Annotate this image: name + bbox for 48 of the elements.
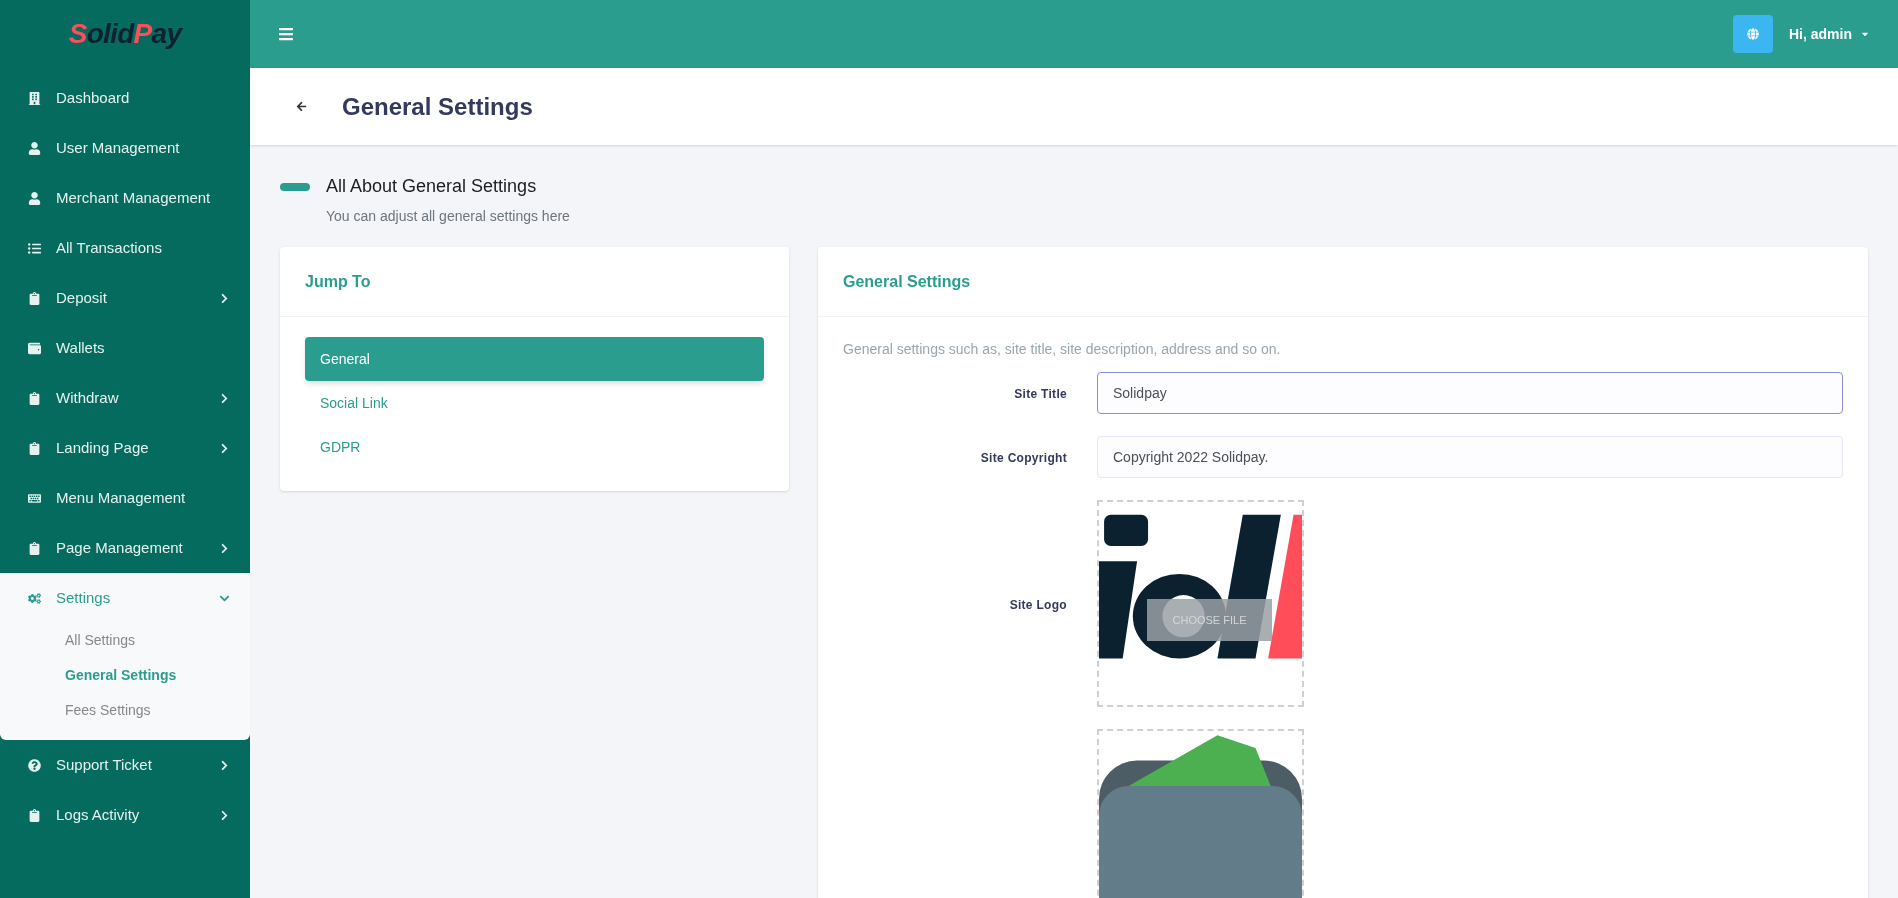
submenu-item[interactable]: Fees Settings [65, 700, 151, 721]
user-menu[interactable]: Hi, admin [1789, 23, 1870, 45]
sidebar-item[interactable]: Merchant Management [0, 173, 250, 223]
sidebar-item[interactable]: Wallets [0, 323, 250, 373]
sidebar-item[interactable]: Logs Activity [0, 790, 250, 840]
sidebar-item[interactable]: Support Ticket [0, 740, 250, 790]
user-icon [28, 191, 41, 205]
list-icon [28, 241, 41, 255]
gears-icon [28, 591, 41, 605]
clipboard-icon [28, 541, 41, 555]
building-icon [28, 91, 41, 105]
question-icon [28, 758, 41, 772]
card-description: General settings such as, site title, site description, address and so on. [843, 340, 1282, 359]
field-label: Site Logo [1009, 597, 1067, 612]
sidebar-item[interactable]: Dashboard [0, 73, 250, 123]
jump-link[interactable]: GDPR [305, 425, 764, 469]
jump-link[interactable]: General [305, 337, 764, 381]
jump-link[interactable]: Social Link [305, 381, 764, 425]
sidebar-item[interactable]: Page Management [0, 523, 250, 573]
submenu-item[interactable]: All Settings [65, 630, 136, 651]
text-field[interactable]: Copyright 2022 Solidpay. [1097, 436, 1843, 478]
clipboard-icon [28, 391, 41, 405]
user-icon [28, 141, 41, 155]
field-label: Site Copyright [980, 451, 1067, 465]
sidebar-item[interactable]: Withdraw [0, 373, 250, 423]
keyboard-icon [28, 491, 41, 505]
clipboard-icon [28, 291, 41, 305]
globe-icon [1747, 28, 1759, 40]
wallet-icon [28, 341, 41, 355]
sidebar-item[interactable]: Deposit [0, 273, 250, 323]
field-label: Site Title [1014, 387, 1067, 401]
back-icon[interactable] [296, 101, 307, 112]
clipboard-icon [28, 441, 41, 455]
page-title: General Settings [342, 91, 533, 122]
clipboard-icon [28, 808, 41, 822]
sidebar-item[interactable]: User Management [0, 123, 250, 173]
sidebar-item[interactable]: All Transactions [0, 223, 250, 273]
text-field[interactable]: Solidpay [1097, 372, 1843, 414]
menu-icon[interactable] [278, 26, 294, 42]
sidebar-item[interactable]: Menu Management [0, 473, 250, 523]
sidebar-item[interactable]: Settings [0, 573, 250, 623]
submenu-item[interactable]: General Settings [65, 665, 177, 686]
section-subtitle: You can adjust all general settings here [326, 207, 571, 226]
card-title: General Settings [843, 271, 971, 292]
section-marker [280, 182, 310, 191]
section-title: All About General Settings [326, 175, 537, 198]
sidebar-item[interactable]: Landing Page [0, 423, 250, 473]
card-title: Jump To [305, 271, 371, 292]
